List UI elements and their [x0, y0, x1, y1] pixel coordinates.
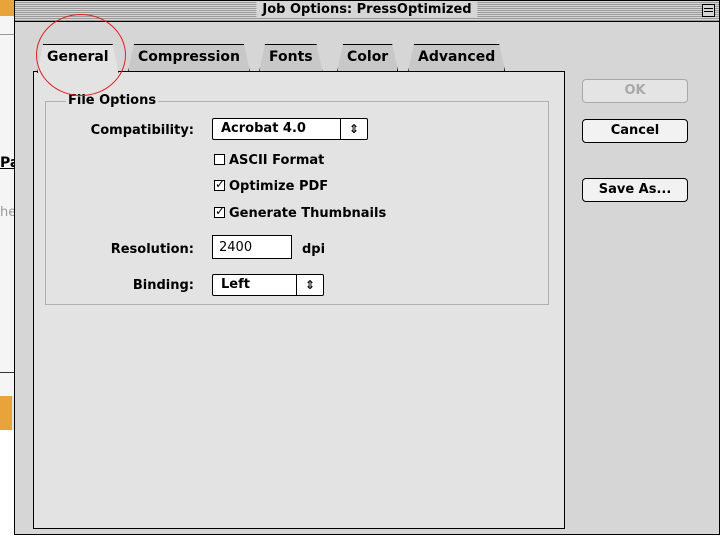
tab-label: Advanced — [418, 49, 496, 65]
job-options-dialog: Job Options: PressOptimized General Comp… — [14, 0, 720, 535]
up-down-arrows-icon: ⇕ — [296, 275, 323, 295]
resolution-label: Resolution: — [110, 242, 194, 257]
tab-label: Fonts — [269, 49, 313, 65]
window-title: Job Options: PressOptimized — [256, 2, 478, 17]
binding-value: Left — [221, 277, 250, 292]
ascii-format-checkbox[interactable]: ASCII Format — [214, 153, 324, 168]
ok-button[interactable]: OK — [582, 79, 688, 103]
zoom-box-icon[interactable] — [702, 4, 715, 17]
tab-compression[interactable]: Compression — [128, 44, 250, 72]
tab-advanced[interactable]: Advanced — [408, 44, 505, 72]
resolution-unit: dpi — [302, 242, 326, 257]
tab-color[interactable]: Color — [337, 44, 398, 72]
tab-label: Compression — [138, 49, 240, 65]
optimize-pdf-checkbox[interactable]: Optimize PDF — [214, 177, 329, 194]
optimize-pdf-label: Optimize PDF — [229, 179, 329, 194]
binding-popup[interactable]: Left ⇕ — [212, 274, 324, 296]
tab-fonts[interactable]: Fonts — [259, 44, 323, 72]
compatibility-label: Compatibility: — [90, 123, 194, 138]
tab-panel-general: File Options Compatibility: Acrobat 4.0 … — [33, 71, 565, 529]
tab-label: Color — [347, 49, 389, 65]
tab-label: General — [47, 49, 109, 65]
generate-thumbnails-checkbox[interactable]: Generate Thumbnails — [214, 204, 387, 221]
title-bar[interactable]: Job Options: PressOptimized — [15, 1, 719, 22]
up-down-arrows-icon: ⇕ — [340, 119, 367, 139]
resolution-field[interactable]: 2400 — [212, 235, 292, 259]
checkmark-icon — [214, 177, 225, 191]
compatibility-value: Acrobat 4.0 — [221, 121, 306, 136]
generate-thumbnails-label: Generate Thumbnails — [229, 206, 387, 221]
file-options-label: File Options — [66, 93, 159, 108]
ascii-format-label: ASCII Format — [229, 153, 325, 168]
save-as-button[interactable]: Save As... — [582, 178, 688, 202]
cancel-button[interactable]: Cancel — [582, 119, 688, 143]
compatibility-popup[interactable]: Acrobat 4.0 ⇕ — [212, 118, 368, 140]
checkmark-icon — [214, 204, 225, 218]
tab-general[interactable]: General — [37, 44, 119, 73]
binding-label: Binding: — [132, 278, 194, 293]
checkbox-unchecked-icon — [214, 154, 225, 165]
